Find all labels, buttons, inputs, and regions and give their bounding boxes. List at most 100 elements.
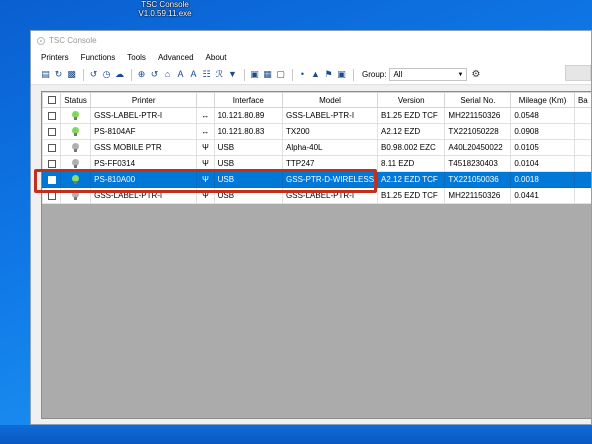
- status-cell: [59, 123, 92, 140]
- menu-tools[interactable]: Tools: [127, 53, 146, 62]
- bluetooth-icon[interactable]: ℛ: [214, 69, 225, 80]
- interface-icon-cell: Ψ: [196, 139, 215, 156]
- cloud-upload-icon[interactable]: ☁: [114, 69, 125, 80]
- interface-icon-cell: ↔: [196, 123, 215, 140]
- file-icon[interactable]: ▢: [275, 69, 286, 80]
- col-header-status[interactable]: Status: [59, 92, 92, 108]
- font-icon[interactable]: A: [175, 69, 186, 80]
- table-row[interactable]: PS-8104AF ↔ 10.121.80.83 TX200 A2.12 EZD TX22…: [42, 123, 591, 140]
- model-cell: TX200: [282, 123, 379, 140]
- title-bar[interactable]: TSC Console: [31, 31, 591, 50]
- toolbar-separator: [83, 68, 84, 81]
- select-all-checkbox[interactable]: [47, 96, 56, 105]
- select-all-header[interactable]: [42, 92, 61, 108]
- col-header-ba[interactable]: Ba: [573, 92, 591, 108]
- wifi-icon[interactable]: ▼: [227, 69, 238, 80]
- version-cell: B1.25 EZD TCF: [377, 187, 446, 204]
- terminal-icon[interactable]: ▣: [249, 69, 260, 80]
- menu-about[interactable]: About: [206, 53, 227, 62]
- mileage-cell: 0.0441: [510, 187, 575, 204]
- table-row[interactable]: PS-FF0314 Ψ USB TTP247 8.11 EZD T4518230403 0.…: [42, 155, 591, 172]
- desktop-icon-label-line1: TSC Console: [141, 0, 189, 9]
- model-cell: TTP247: [282, 155, 379, 172]
- row-checkbox[interactable]: [47, 175, 56, 184]
- menu-printers[interactable]: Printers: [41, 53, 69, 62]
- menu-advanced[interactable]: Advanced: [158, 53, 194, 62]
- usb-icon: Ψ: [202, 175, 209, 184]
- group-select-value: All: [393, 70, 403, 79]
- chevron-down-icon: ▼: [457, 71, 464, 78]
- table-row[interactable]: GSS-LABEL-PTR-I ↔ 10.121.80.89 GSS-LABEL-PT…: [42, 107, 591, 124]
- col-header-version[interactable]: Version: [377, 92, 446, 108]
- printer-settings-icon[interactable]: ▤: [40, 69, 51, 80]
- col-header-mileage[interactable]: Mileage (Km): [510, 92, 575, 108]
- flag-icon[interactable]: ⚑: [323, 69, 334, 80]
- interface-icon-cell: Ψ: [196, 155, 215, 172]
- row-checkbox[interactable]: [47, 143, 56, 152]
- table-header-row: Status Printer Interface Model Version S…: [42, 92, 591, 108]
- reset-icon[interactable]: ↺: [149, 69, 160, 80]
- ba-cell: [573, 155, 591, 172]
- print-icon[interactable]: ▩: [66, 69, 77, 80]
- row-checkbox-cell[interactable]: [42, 155, 61, 172]
- app-icon: [37, 36, 45, 45]
- toolbar-separator: [244, 68, 245, 81]
- row-checkbox-cell[interactable]: [42, 187, 61, 204]
- printer-name-cell: PS-FF0314: [90, 155, 198, 172]
- refresh-icon[interactable]: ↻: [53, 69, 64, 80]
- row-checkbox[interactable]: [47, 159, 56, 168]
- status-bulb-icon: [72, 175, 80, 185]
- ba-cell: [573, 139, 591, 156]
- status-cell: [59, 171, 92, 188]
- search-box[interactable]: [565, 65, 591, 81]
- col-header-serial[interactable]: Serial No.: [444, 92, 512, 108]
- interface-icon-cell: Ψ: [196, 187, 215, 204]
- table-row[interactable]: GSS-LABEL-PTR-I Ψ USB GSS-LABEL-PTR-I B1.25 …: [42, 187, 591, 204]
- interface-icon-cell: Ψ: [196, 171, 215, 188]
- col-header-model[interactable]: Model: [282, 92, 379, 108]
- col-header-interface[interactable]: Interface: [213, 92, 284, 108]
- menu-functions[interactable]: Functions: [81, 53, 116, 62]
- table-row[interactable]: PS-810A00 Ψ USB GSS-PTR-D-WIRELESS A2.12 EZD…: [42, 171, 591, 188]
- toolbar-separator: [292, 68, 293, 81]
- crosshair-icon[interactable]: ⊕: [136, 69, 147, 80]
- col-header-interface-icon[interactable]: [196, 92, 215, 108]
- sync-icon[interactable]: ↺: [88, 69, 99, 80]
- printer-name-cell: PS-8104AF: [90, 123, 198, 140]
- desktop-icon-label[interactable]: TSC Console V1.0.59.11.exe: [130, 0, 200, 18]
- gear-icon[interactable]: ⚙: [471, 69, 480, 80]
- desktop-icon-label-line2: V1.0.59.11.exe: [138, 9, 192, 18]
- row-checkbox-cell[interactable]: [42, 139, 61, 156]
- interface-cell: USB: [213, 171, 284, 188]
- row-checkbox[interactable]: [47, 111, 56, 120]
- clock-icon[interactable]: ◷: [101, 69, 112, 80]
- col-header-printer[interactable]: Printer: [90, 92, 198, 108]
- row-checkbox[interactable]: [47, 127, 56, 136]
- version-cell: 8.11 EZD: [377, 155, 446, 172]
- interface-cell: 10.121.80.89: [213, 107, 284, 124]
- status-bulb-icon: [72, 143, 80, 153]
- pin-icon[interactable]: •: [297, 69, 308, 80]
- font-download-icon[interactable]: A: [188, 69, 199, 80]
- printer-grid: Status Printer Interface Model Version S…: [41, 91, 591, 419]
- model-cell: GSS-LABEL-PTR-I: [282, 107, 379, 124]
- printer-name-cell: GSS-LABEL-PTR-I: [90, 107, 198, 124]
- bell-icon[interactable]: ▲: [310, 69, 321, 80]
- printer-table: Status Printer Interface Model Version S…: [42, 92, 591, 204]
- home-icon[interactable]: ⌂: [162, 69, 173, 80]
- serial-cell: T4518230403: [444, 155, 512, 172]
- row-checkbox-cell[interactable]: [42, 123, 61, 140]
- row-checkbox-cell[interactable]: [42, 107, 61, 124]
- row-checkbox[interactable]: [47, 191, 56, 200]
- table-row[interactable]: GSS MOBILE PTR Ψ USB Alpha-40L B0.98.002 EZC…: [42, 139, 591, 156]
- serial-cell: A40L20450022: [444, 139, 512, 156]
- row-checkbox-cell[interactable]: [42, 171, 61, 188]
- network-icon[interactable]: ☷: [201, 69, 212, 80]
- ba-cell: [573, 123, 591, 140]
- config-icon[interactable]: ▣: [336, 69, 347, 80]
- usb-icon: Ψ: [202, 159, 209, 168]
- mileage-cell: 0.0018: [510, 171, 575, 188]
- image-icon[interactable]: ▦: [262, 69, 273, 80]
- group-select[interactable]: All ▼: [389, 68, 468, 81]
- version-cell: A2.12 EZD: [377, 123, 446, 140]
